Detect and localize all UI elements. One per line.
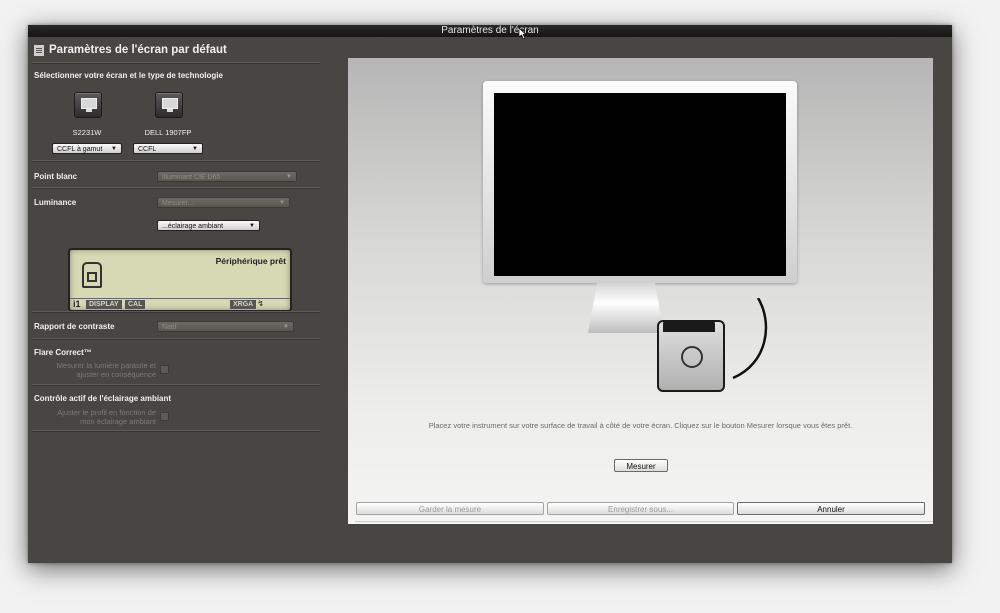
chevron-down-icon: ▼ [249,223,255,229]
ambient-light-value: ...éclairage ambiant [162,223,224,230]
chevron-down-icon: ▼ [192,146,198,152]
usb-cable-illustration [732,298,768,380]
ambient-option-text: Ajuster le profil en fonction de mon écl… [40,408,156,426]
white-point-label: Point blanc [34,172,78,181]
save-as-button[interactable]: Enregistrer sous... [547,502,734,515]
divider [32,187,320,189]
document-icon [34,44,44,56]
divider [355,521,933,522]
ambient-option-line2: mon éclairage ambiant [80,417,156,426]
colorimeter-icon [82,262,102,288]
flare-option-line1: Mesurer la lumière parasite et [56,361,156,370]
measure-button[interactable]: Mesurer [614,459,668,472]
mouse-cursor-icon [519,28,527,39]
divider [32,338,320,340]
luminance-value: Mesurer... [162,200,194,207]
contrast-label: Rapport de contraste [34,322,115,331]
ambient-control-label: Contrôle actif de l'éclairage ambiant [34,394,172,403]
chevron-down-icon: ▼ [286,174,292,180]
flare-option-text: Mesurer la lumière parasite et ajuster e… [40,361,156,379]
settings-sidebar: Paramètres de l'écran par défaut Sélecti… [28,37,324,563]
luminance-label: Luminance [34,198,77,207]
monitor-button-dell-1907fp[interactable] [155,92,183,118]
ambient-light-select[interactable]: ...éclairage ambiant ▼ [157,220,260,231]
monitor-icon [81,98,97,112]
technology-select-s2231w[interactable]: CCFL à gamut ▼ [52,143,122,154]
technology-value: CCFL [138,146,157,153]
keep-measurement-button[interactable]: Garder la mesure [356,502,544,515]
monitor-name-dell-1907fp: DELL 1907FP [144,128,192,137]
monitor-name-s2231w: S2231W [72,128,102,137]
monitor-button-s2231w[interactable] [74,92,102,118]
white-point-select[interactable]: Illuminant CIE D65 ▼ [157,171,297,182]
contrast-value: Natif [162,324,177,331]
measurement-panel: Placez votre instrument sur votre surfac… [348,58,933,524]
technology-select-dell-1907fp[interactable]: CCFL ▼ [133,143,203,154]
cancel-button[interactable]: Annuler [737,502,925,515]
flare-correct-label: Flare Correct™ [34,348,92,357]
divider [32,311,320,313]
brand-label: i1 [73,299,81,309]
instruction-text: Placez votre instrument sur votre surfac… [428,421,853,430]
chevron-down-icon: ▼ [111,146,117,152]
chevron-down-icon: ▼ [283,324,289,330]
monitor-screen [494,93,786,276]
divider [32,62,320,64]
ambient-control-checkbox[interactable] [160,412,169,421]
colorimeter-illustration [657,320,725,392]
monitor-stand [588,283,664,333]
display-settings-window: Paramètres de l'écran Paramètres de l'éc… [28,25,952,563]
xrga-tag: XRGA [230,300,257,309]
lcd-status-bar: i1 DISPLAY CAL XRGA ↯ [70,298,290,310]
divider [32,384,320,386]
ambient-option-line1: Ajuster le profil en fonction de [57,408,156,417]
select-display-label: Sélectionner votre écran et le type de t… [34,71,223,80]
cal-tag: CAL [125,300,146,309]
device-lcd-panel: Périphérique prêt i1 DISPLAY CAL XRGA ↯ [68,248,292,312]
contrast-select[interactable]: Natif ▼ [157,321,294,332]
luminance-select[interactable]: Mesurer... ▼ [157,197,290,208]
display-tag: DISPLAY [86,300,122,309]
monitor-illustration [483,81,797,283]
technology-value: CCFL à gamut [57,146,103,153]
sidebar-header: Paramètres de l'écran par défaut [34,44,227,56]
flare-correct-checkbox[interactable] [160,365,169,374]
divider [32,430,320,432]
flare-option-line2: ajuster en conséquence [76,370,156,379]
monitor-icon [162,98,178,112]
device-status: Périphérique prêt [215,256,286,266]
divider [32,160,320,162]
sensor-lens-icon [681,346,703,368]
title-bar: Paramètres de l'écran [28,25,952,39]
white-point-value: Illuminant CIE D65 [162,174,221,181]
power-icon: ↯ [257,299,264,308]
sidebar-title: Paramètres de l'écran par défaut [49,44,227,56]
chevron-down-icon: ▼ [279,200,285,206]
